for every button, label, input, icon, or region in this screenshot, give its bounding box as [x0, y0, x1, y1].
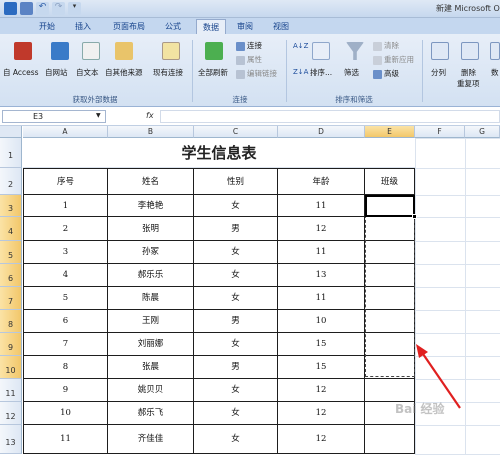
from-access-button[interactable]: 自 Access — [3, 67, 39, 78]
worksheet-grid[interactable]: ABCDEFG 1 2 3 4 5 6 7 8 9 10 11 12 13 学生信息表 序号 姓名 性别 年龄… — [0, 126, 500, 455]
text-to-columns-button[interactable]: 分列 — [431, 67, 446, 78]
duplicates-label[interactable]: 重复项 — [457, 78, 480, 89]
refresh-icon — [205, 42, 223, 60]
filter-button[interactable]: 筛选 — [344, 67, 359, 78]
group-separator — [286, 40, 287, 102]
name-box[interactable]: E3 — [2, 110, 106, 123]
edit-links-label: 编辑链接 — [247, 69, 277, 78]
from-text-button[interactable]: 自文本 — [76, 67, 99, 78]
group-label-external: 获取外部数据 — [72, 95, 118, 104]
tab-data[interactable]: 数据 — [196, 19, 226, 34]
window-title: 新建 Microsoft O — [436, 4, 500, 13]
formula-bar: E3 ▼ fx — [0, 108, 500, 126]
name-box-dropdown-icon[interactable]: ▼ — [96, 112, 101, 119]
quick-access-toolbar: ↶ ↷ ▾ — [4, 2, 81, 15]
tab-page-layout[interactable]: 页面布局 — [104, 19, 154, 34]
customize-qat-icon[interactable]: ▾ — [68, 2, 81, 15]
undo-icon[interactable]: ↶ — [36, 2, 49, 15]
existing-connections-icon — [162, 42, 180, 60]
advanced-button[interactable]: 高级 — [373, 68, 399, 79]
group-label-sort-filter: 排序和筛选 — [335, 95, 373, 104]
from-other-sources-button[interactable]: 自其他来源 — [105, 67, 143, 78]
sort-button[interactable]: 排序... — [310, 67, 332, 78]
properties-label: 属性 — [247, 55, 262, 64]
clear-button[interactable]: 清除 — [373, 40, 399, 51]
access-icon — [14, 42, 32, 60]
reapply-button[interactable]: 重新应用 — [373, 54, 414, 65]
refresh-all-button[interactable]: 全部刷新 — [198, 67, 228, 78]
text-file-icon — [82, 42, 100, 60]
edit-links-icon — [236, 69, 245, 79]
other-sources-icon — [115, 42, 133, 60]
properties-icon — [236, 55, 245, 65]
remove-label-button[interactable]: 删除 — [461, 67, 476, 78]
remove-duplicates-icon — [461, 42, 479, 60]
tab-review[interactable]: 审阅 — [230, 19, 260, 34]
group-separator — [422, 40, 423, 102]
sort-icon — [312, 42, 330, 60]
redo-icon[interactable]: ↷ — [52, 2, 65, 15]
gridline — [415, 454, 500, 455]
save-icon[interactable] — [20, 2, 33, 15]
advanced-label: 高级 — [384, 69, 399, 78]
sort-za-icon[interactable]: Z↓A — [293, 68, 308, 76]
tab-formulas[interactable]: 公式 — [158, 19, 188, 34]
data-validation-button[interactable]: 数 — [491, 67, 499, 78]
reapply-label: 重新应用 — [384, 55, 414, 64]
sort-az-icon[interactable]: A↓Z — [293, 42, 308, 50]
properties-button[interactable]: 属性 — [236, 54, 262, 65]
text-to-columns-icon — [431, 42, 449, 60]
tab-insert[interactable]: 插入 — [68, 19, 98, 34]
ribbon-panel: 自 Access 自网站 自文本 自其他来源 现有连接 获取外部数据 全部刷新 … — [0, 34, 500, 107]
filter-icon — [346, 42, 364, 60]
insert-function-icon[interactable]: fx — [146, 111, 154, 120]
clear-label: 清除 — [384, 41, 399, 50]
from-web-button[interactable]: 自网站 — [45, 67, 68, 78]
group-separator — [192, 40, 193, 102]
reapply-icon — [373, 55, 382, 65]
formula-input[interactable] — [160, 110, 500, 123]
clear-icon — [373, 41, 382, 51]
tab-view[interactable]: 视图 — [266, 19, 296, 34]
web-icon — [51, 42, 69, 60]
tab-home[interactable]: 开始 — [32, 19, 62, 34]
data-validation-icon — [490, 42, 500, 60]
ribbon-tabs: 开始 插入 页面布局 公式 数据 审阅 视图 — [0, 18, 500, 34]
title-bar: ↶ ↷ ▾ 新建 Microsoft O — [0, 0, 500, 18]
group-label-connections: 连接 — [232, 95, 248, 104]
edit-links-button[interactable]: 编辑链接 — [236, 68, 277, 79]
connections-label: 连接 — [247, 41, 262, 50]
existing-connections-button[interactable]: 现有连接 — [153, 67, 183, 78]
connections-icon — [236, 41, 245, 51]
watermark: Bai 经验 — [395, 402, 445, 416]
connections-button[interactable]: 连接 — [236, 40, 262, 51]
advanced-icon — [373, 69, 382, 79]
office-logo-icon[interactable] — [4, 2, 17, 15]
